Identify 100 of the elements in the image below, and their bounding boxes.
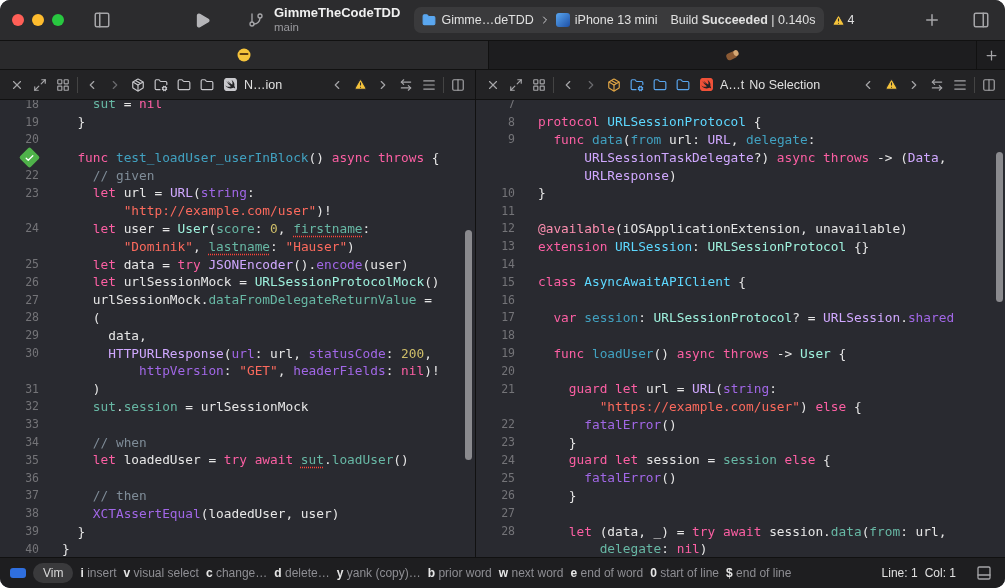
device-name[interactable]: iPhone 13 mini: [574, 13, 658, 27]
code-line: func loadUser() async throws -> User {: [552, 345, 847, 361]
code-line: URLResponse): [583, 167, 677, 183]
branch-icon[interactable]: [246, 11, 266, 29]
line-number: 7: [508, 100, 515, 111]
code-line: guard let session = session else {: [567, 452, 831, 468]
mode-icon: [10, 568, 26, 578]
line-number: 38: [25, 506, 39, 521]
close-button[interactable]: [12, 14, 24, 26]
column-position: Col: 1: [924, 566, 956, 580]
breadcrumb[interactable]: A…t: [720, 77, 745, 92]
line-number: 37: [25, 488, 39, 503]
line-number: 13: [501, 239, 515, 254]
bird-icon[interactable]: [221, 75, 239, 94]
line-number: 25: [501, 470, 515, 485]
line-number: 14: [501, 257, 515, 272]
code-line: protocol URLSessionProtocol {: [538, 114, 762, 130]
code-line: let urlSessionMock = URLSessionProtocolMock(): [91, 274, 440, 290]
code-line: var session: URLSessionProtocol? = URLSession.shared: [552, 309, 955, 325]
line-number: 20: [25, 132, 39, 147]
line-number: 15: [501, 274, 515, 289]
line-number: 26: [501, 488, 515, 503]
code-line: func test_loadUser_userInBlock() async throws {: [76, 149, 440, 165]
line-number: 35: [25, 452, 39, 467]
minimize-button[interactable]: [32, 14, 44, 26]
mode-badge: Vim: [33, 563, 74, 583]
scrollbar-thumb[interactable]: [996, 152, 1003, 302]
breadcrumb[interactable]: N…ion: [244, 77, 283, 92]
line-number: 27: [501, 506, 515, 521]
line-number: 32: [25, 399, 39, 414]
line-number: 26: [25, 274, 39, 289]
line-number: 27: [25, 292, 39, 307]
line-number: 31: [25, 381, 39, 396]
key-hint: b prior word: [427, 566, 492, 580]
line-number: 18: [25, 100, 39, 111]
build-status: Build Succeeded | 0.140s: [670, 13, 816, 27]
line-number: 9: [508, 132, 515, 147]
line-number: 36: [25, 470, 39, 485]
line-number: 29: [25, 328, 39, 343]
code-line: }: [567, 487, 577, 503]
code-line: ): [91, 381, 101, 397]
line-number: 16: [501, 292, 515, 307]
line-number: 24: [501, 452, 515, 467]
line-number: 19: [25, 114, 39, 129]
line-number: 21: [501, 381, 515, 396]
code-line: guard let url = URL(string:: [567, 381, 777, 397]
line-number: 10: [501, 185, 515, 200]
code-line: // then: [91, 487, 147, 503]
code-line: let user = User(score: 0, firstname:: [91, 220, 371, 236]
code-line: }: [538, 185, 546, 201]
code-line: "http://example.com/user")!: [122, 203, 332, 219]
line-number: 40: [25, 541, 39, 556]
code-line: XCTAssertEqual(loadedUser, user): [91, 505, 340, 521]
folder-icon: [422, 13, 437, 27]
key-hint: e end of word: [570, 566, 644, 580]
code-line: urlSessionMock.dataFromDelegateReturnValue =: [91, 292, 432, 308]
warning-icon[interactable]: [831, 13, 845, 27]
zoom-button[interactable]: [52, 14, 64, 26]
code-line: let (data, _) = try await session.data(from: url,: [567, 523, 947, 539]
code-line: // when: [91, 434, 147, 450]
line-number: 19: [501, 346, 515, 361]
line-number: 23: [25, 185, 39, 200]
warning-count[interactable]: 4: [847, 13, 855, 27]
code-line: fatalError(): [583, 416, 677, 432]
key-hint: y yank (copy)…: [336, 566, 421, 580]
key-hint: c change…: [205, 566, 268, 580]
bird-icon[interactable]: [697, 75, 715, 94]
code-line: "Dominik", lastname: "Hauser"): [122, 238, 355, 254]
code-line: }: [62, 541, 70, 557]
add-tab-icon[interactable]: [983, 47, 999, 63]
scheme-name[interactable]: Gimme…deTDD: [441, 13, 534, 27]
breadcrumb[interactable]: No Selection: [749, 77, 821, 92]
line-number: 17: [501, 310, 515, 325]
key-hint: $ end of line: [726, 566, 792, 580]
code-line: let url = URL(string:: [91, 185, 255, 201]
line-number: 12: [501, 221, 515, 236]
code-line: class AsyncAwaitAPIClient {: [538, 274, 747, 290]
line-position: Line: 1: [881, 566, 918, 580]
code-line: "https://example.com/user") else {: [598, 398, 862, 414]
line-number: 22: [501, 417, 515, 432]
code-line: func data(from url: URL, delegate:: [552, 132, 816, 147]
key-hint: d delete…: [274, 566, 330, 580]
scrollbar-thumb[interactable]: [465, 230, 472, 460]
code-line: delegate: nil): [598, 541, 708, 557]
project-name: GimmeTheCodeTDD: [274, 5, 401, 20]
code-line: extension URLSession: URLSessionProtocol {}: [538, 238, 870, 254]
code-line: }: [76, 523, 86, 539]
line-number: 39: [25, 524, 39, 538]
code-line: data,: [107, 327, 147, 343]
code-line: }: [567, 434, 577, 450]
key-hint: 0 start of line: [650, 566, 719, 580]
code-line: @available(iOSApplicationExtension, unavailable): [538, 220, 908, 236]
line-number: 11: [501, 203, 515, 218]
line-number: 18: [501, 328, 515, 343]
code-line: let loadedUser = try await sut.loadUser(): [91, 452, 409, 468]
code-line: (: [91, 309, 101, 325]
line-number: 28: [25, 310, 39, 325]
line-number: 24: [25, 221, 39, 236]
line-number: 33: [25, 417, 39, 432]
code-line: let data = try JSONEncoder().encode(user): [91, 256, 409, 272]
